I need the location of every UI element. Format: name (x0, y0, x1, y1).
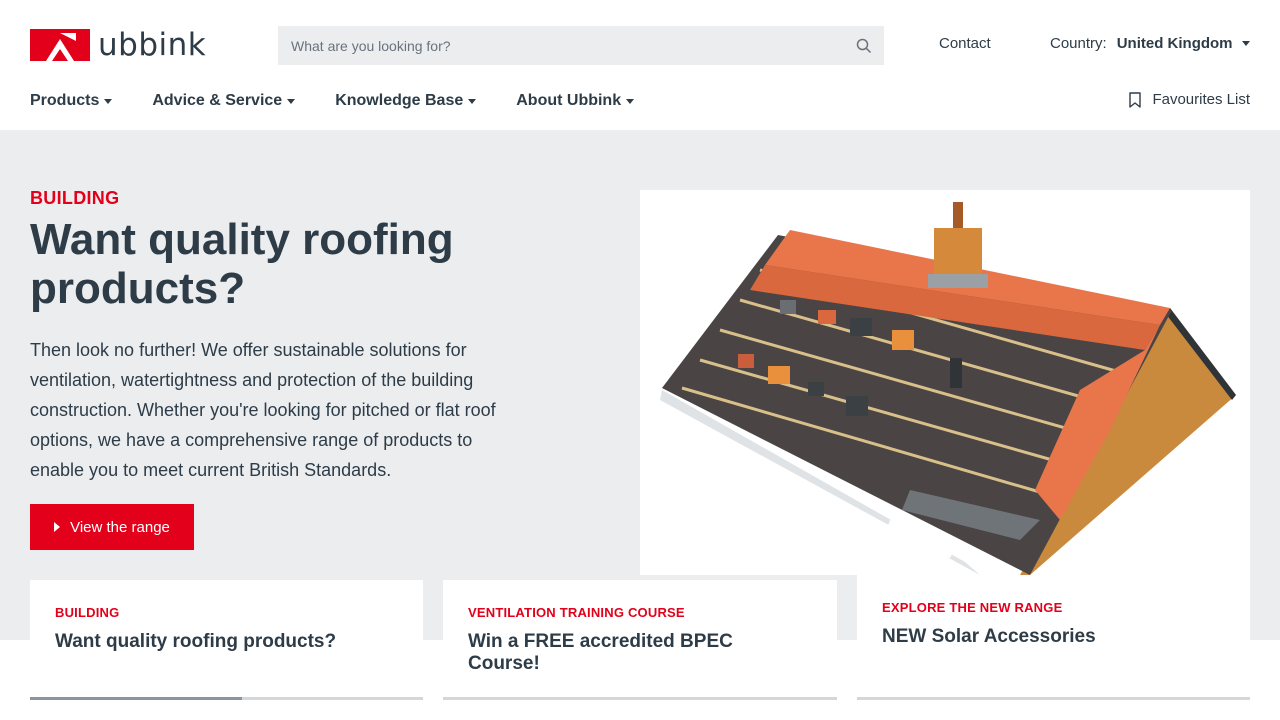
country-value: United Kingdom (1116, 35, 1233, 52)
site-header: ubbink Contact Country: United Kingdom P… (0, 0, 1280, 130)
hero-eyebrow: BUILDING (30, 188, 120, 208)
view-range-label: View the range (70, 518, 170, 536)
nav-item-label: Knowledge Base (335, 92, 464, 109)
card-eyebrow: EXPLORE THE NEW RANGE (882, 600, 1063, 615)
chevron-down-icon (287, 98, 296, 104)
hero-title: Want quality roofing products? (30, 215, 454, 313)
nav-item-about[interactable]: About Ubbink (516, 90, 635, 112)
chevron-down-icon (468, 98, 477, 104)
nav-item-label: Products (30, 92, 100, 109)
chevron-down-icon (626, 98, 635, 104)
nav-item-products[interactable]: Products (30, 90, 113, 112)
chevron-down-icon (1241, 41, 1250, 46)
bookmark-icon (1129, 91, 1142, 108)
card-1-progress (30, 697, 423, 700)
nav-item-knowledge-base[interactable]: Knowledge Base (335, 90, 477, 112)
card-title: Win a FREE accredited BPEC Course! (468, 631, 733, 674)
contact-link[interactable]: Contact (939, 35, 991, 52)
main-nav: Products Advice & Service Knowledge Base… (30, 90, 674, 112)
carousel-card-2[interactable]: VENTILATION TRAINING COURSE Win a FREE a… (443, 580, 837, 700)
country-selector[interactable]: Country: United Kingdom (1050, 35, 1250, 52)
logo-text: ubbink (98, 27, 207, 63)
nav-item-label: About Ubbink (516, 92, 622, 109)
carousel-card-1[interactable]: BUILDING Want quality roofing products? (30, 580, 423, 700)
nav-item-label: Advice & Service (152, 92, 283, 109)
view-range-button[interactable]: View the range (30, 504, 194, 550)
carousel-card-3[interactable]: EXPLORE THE NEW RANGE NEW Solar Accessor… (857, 575, 1250, 700)
card-title: NEW Solar Accessories (882, 626, 1096, 647)
search-bar (278, 26, 884, 65)
play-arrow-icon (54, 522, 61, 532)
card-eyebrow: BUILDING (55, 605, 120, 620)
favourites-label: Favourites List (1152, 91, 1250, 108)
search-input[interactable] (278, 26, 838, 65)
chevron-down-icon (104, 98, 113, 104)
hero-text: Then look no further! We offer sustainab… (30, 340, 496, 480)
search-icon[interactable] (854, 36, 874, 56)
logo-mark-icon (30, 29, 90, 61)
roof-illustration (640, 190, 1250, 575)
card-1-progress-fill (30, 697, 243, 700)
logo[interactable]: ubbink (30, 27, 207, 63)
card-2-progress (443, 697, 837, 700)
card-eyebrow: VENTILATION TRAINING COURSE (468, 605, 685, 620)
card-title: Want quality roofing products? (55, 631, 337, 652)
nav-item-advice-service[interactable]: Advice & Service (152, 90, 296, 112)
card-3-progress (857, 697, 1250, 700)
favourites-link[interactable]: Favourites List (1128, 91, 1250, 108)
country-label: Country: (1050, 35, 1107, 52)
